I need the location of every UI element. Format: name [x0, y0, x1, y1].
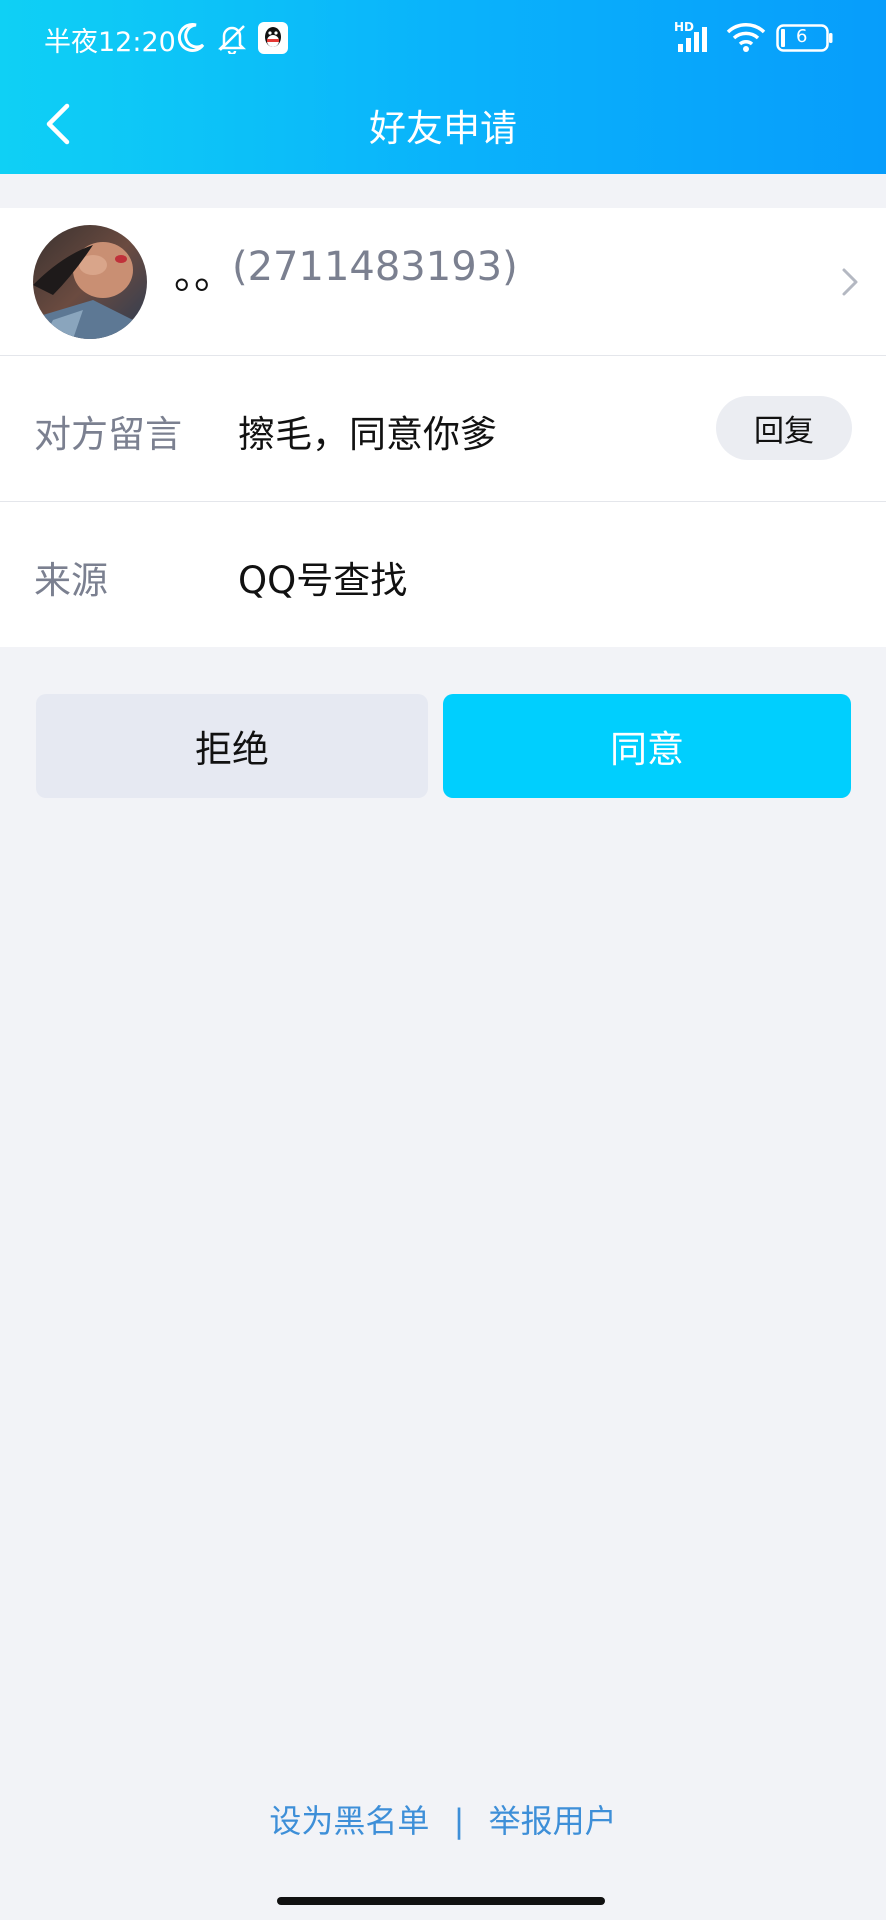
avatar[interactable] — [33, 225, 147, 339]
source-value: QQ号查找 — [238, 559, 408, 602]
report-user-link[interactable]: 举报用户 — [489, 1796, 617, 1842]
qq-app-icon — [258, 22, 288, 58]
blacklist-link[interactable]: 设为黑名单 — [269, 1796, 429, 1842]
reply-button[interactable]: 回复 — [716, 396, 852, 460]
battery-icon: 6 — [776, 24, 834, 56]
page-title: 好友申请 — [369, 107, 517, 150]
signal-icon — [676, 24, 716, 58]
message-row: 对方留言 擦毛，同意你爹 回复 — [0, 356, 886, 501]
wifi-icon — [726, 22, 766, 58]
home-indicator[interactable] — [277, 1897, 605, 1905]
accept-button[interactable]: 同意 — [443, 694, 851, 798]
source-row: 来源 QQ号查找 — [0, 502, 886, 647]
message-label: 对方留言 — [34, 413, 182, 456]
bell-muted-icon — [216, 22, 248, 58]
source-label: 来源 — [34, 559, 108, 602]
status-bar: 半夜12:20 HD 6 — [0, 0, 886, 78]
moon-icon — [176, 22, 206, 58]
chevron-right-icon — [834, 264, 864, 300]
header: 半夜12:20 HD 6 好友申请 — [0, 0, 886, 174]
message-value: 擦毛，同意你爹 — [238, 413, 497, 456]
reject-button[interactable]: 拒绝 — [36, 694, 428, 798]
requester-qq-id: (2711483193) — [232, 244, 518, 290]
requester-name: 。。 — [174, 252, 234, 298]
nav-bar: 好友申请 — [0, 78, 886, 174]
battery-level: 6 — [796, 26, 808, 47]
status-time: 半夜12:20 — [44, 27, 176, 58]
footer-separator: | — [453, 1802, 465, 1840]
requester-profile-row[interactable]: 。。 (2711483193) — [0, 208, 886, 355]
footer-links: 设为黑名单 | 举报用户 — [0, 1796, 886, 1842]
